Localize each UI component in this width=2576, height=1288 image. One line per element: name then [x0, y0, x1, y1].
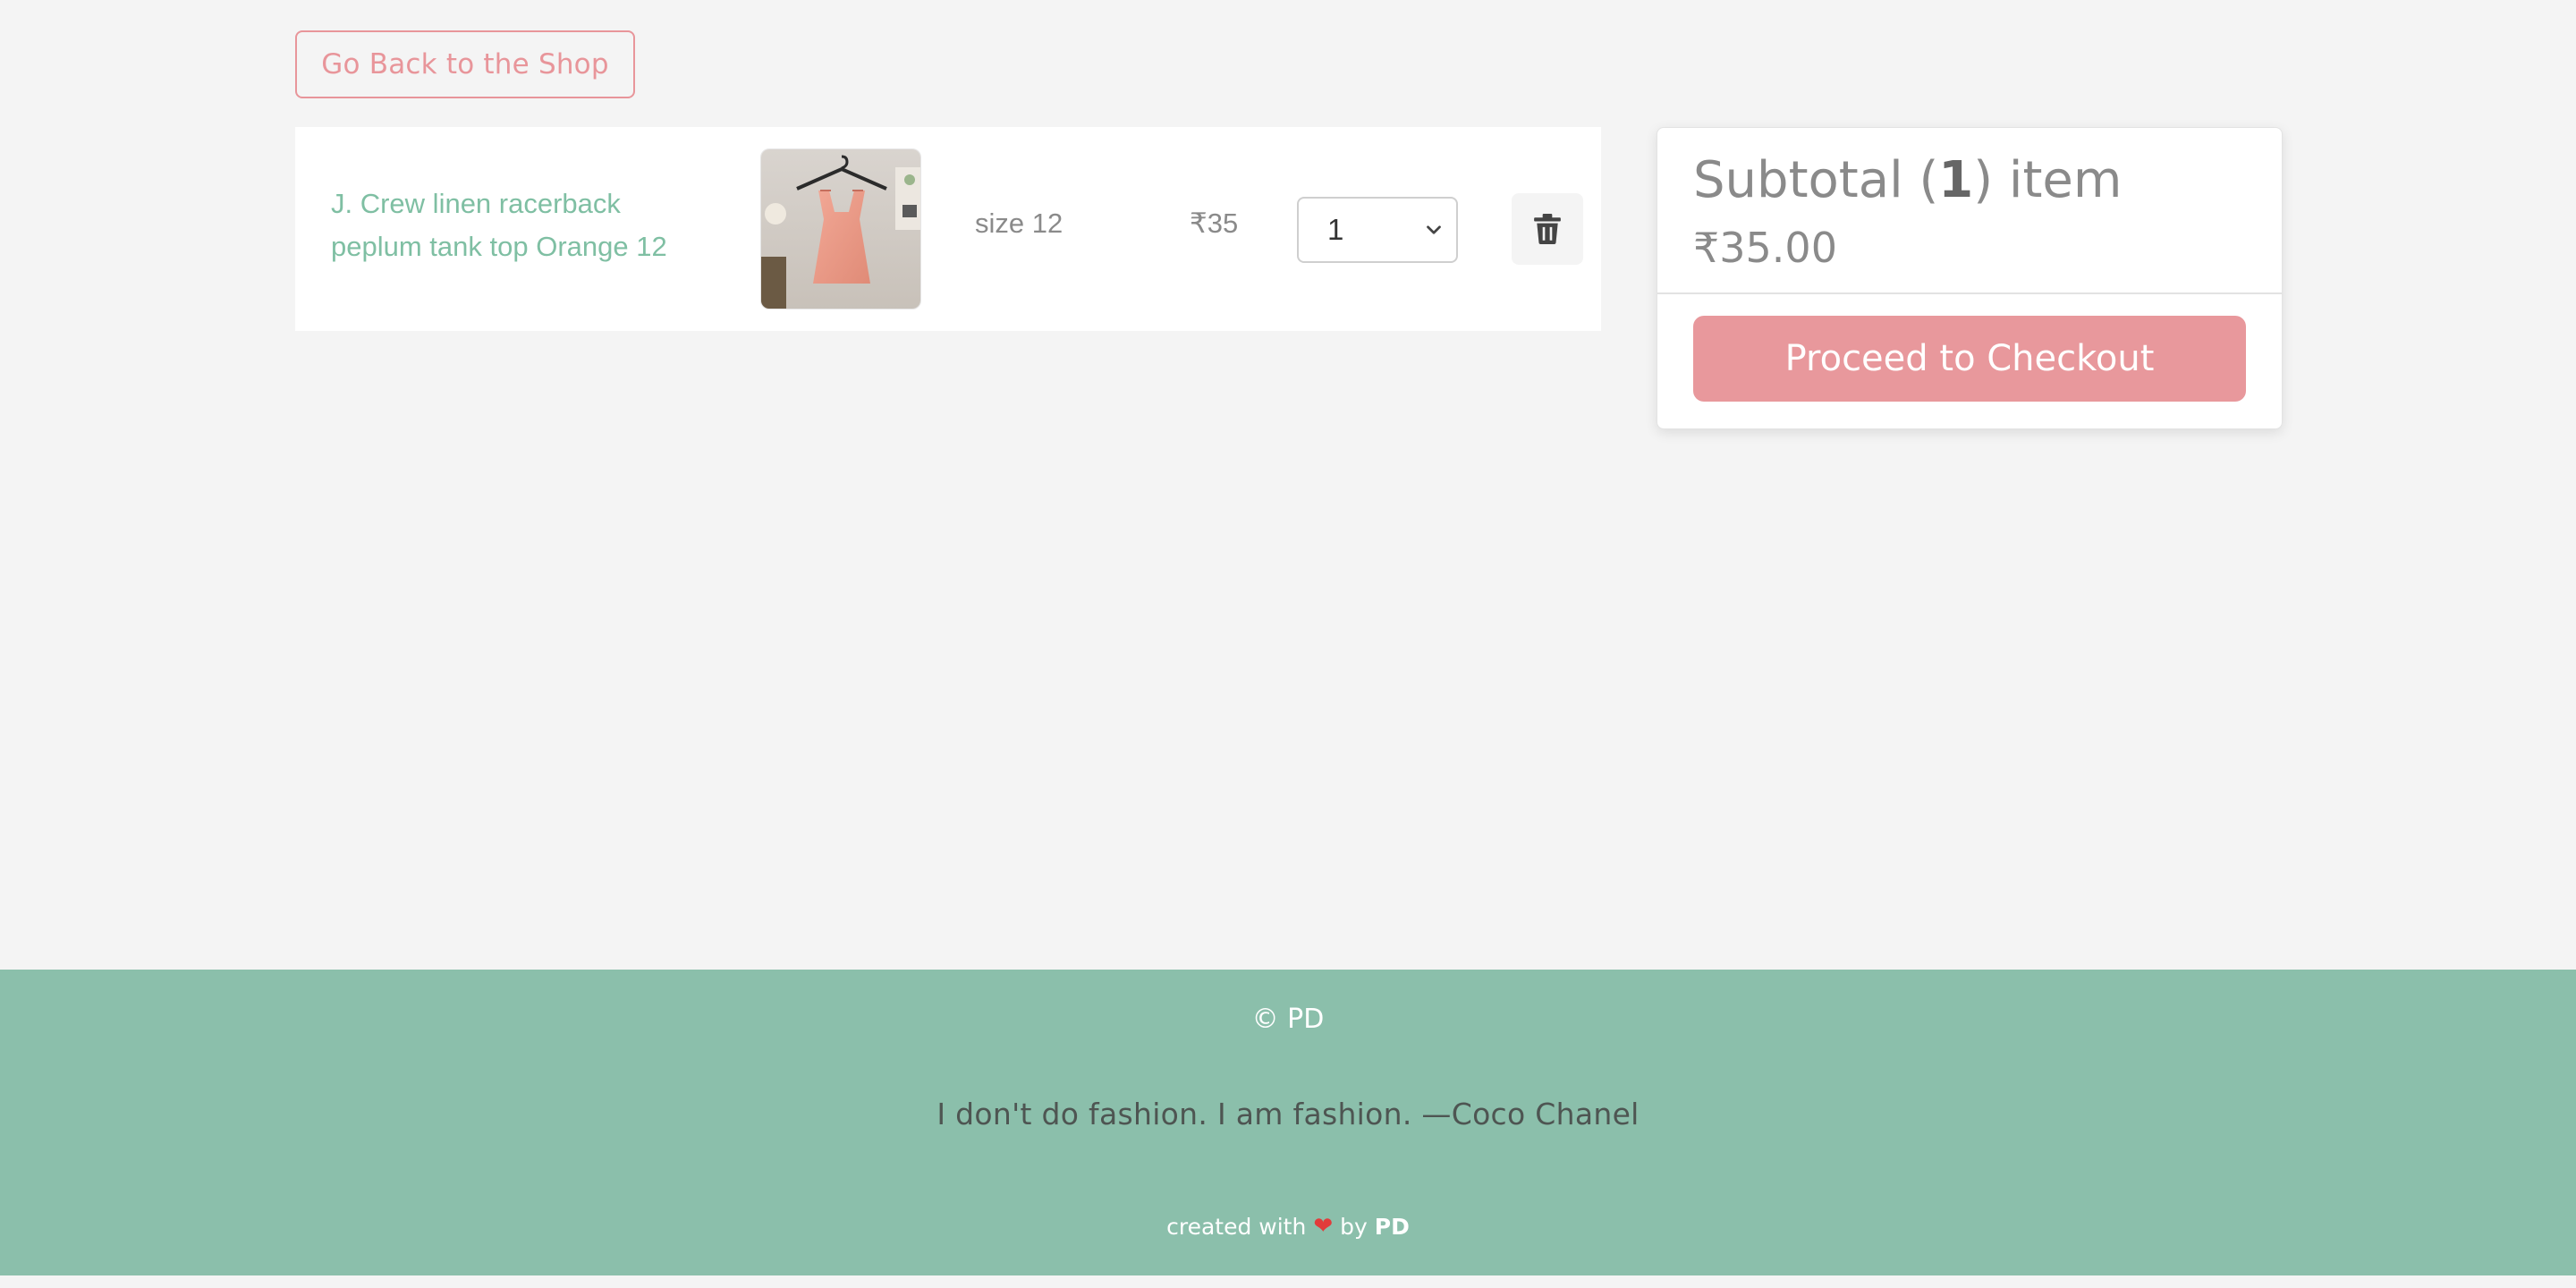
- cart-item-row: J. Crew linen racerback peplum tank top …: [295, 127, 1601, 331]
- order-summary-card: Subtotal (1) item ₹35.00 Proceed to Chec…: [1657, 127, 2283, 429]
- footer-copyright: © PD: [1251, 1004, 1325, 1035]
- quantity-select[interactable]: 1: [1297, 197, 1458, 263]
- credit-author: PD: [1374, 1213, 1410, 1240]
- cart-item-price: ₹35: [1190, 208, 1239, 239]
- remove-item-button[interactable]: [1512, 193, 1583, 265]
- site-footer: © PD I don't do fashion. I am fashion. —…: [0, 970, 2576, 1275]
- subtotal-count: 1: [1938, 151, 1974, 209]
- credit-by: by: [1340, 1213, 1368, 1240]
- credit-prefix: created with: [1166, 1213, 1307, 1240]
- orange-tank-top-photo: [761, 149, 920, 309]
- heart-icon: ❤: [1313, 1213, 1334, 1240]
- subtotal-prefix: Subtotal (: [1693, 151, 1939, 209]
- cart-item-size: size 12: [975, 208, 1063, 239]
- summary-divider: [1657, 292, 2282, 294]
- cart-item-name-link[interactable]: J. Crew linen racerback peplum tank top …: [331, 182, 707, 268]
- footer-quote: I don't do fashion. I am fashion. —Coco …: [936, 1097, 1640, 1131]
- subtotal-suffix: ) item: [1973, 151, 2123, 209]
- footer-credit: created with ❤ by PD: [0, 1213, 2576, 1240]
- subtotal-heading: Subtotal (1) item: [1693, 149, 2122, 212]
- trash-icon: [1534, 214, 1561, 244]
- chevron-down-icon: [1427, 225, 1441, 234]
- cart-item-image[interactable]: [760, 148, 921, 309]
- quantity-value: 1: [1327, 213, 1344, 246]
- proceed-to-checkout-button[interactable]: Proceed to Checkout: [1693, 316, 2246, 402]
- back-to-shop-button[interactable]: Go Back to the Shop: [295, 30, 635, 98]
- subtotal-amount: ₹35.00: [1693, 224, 1837, 272]
